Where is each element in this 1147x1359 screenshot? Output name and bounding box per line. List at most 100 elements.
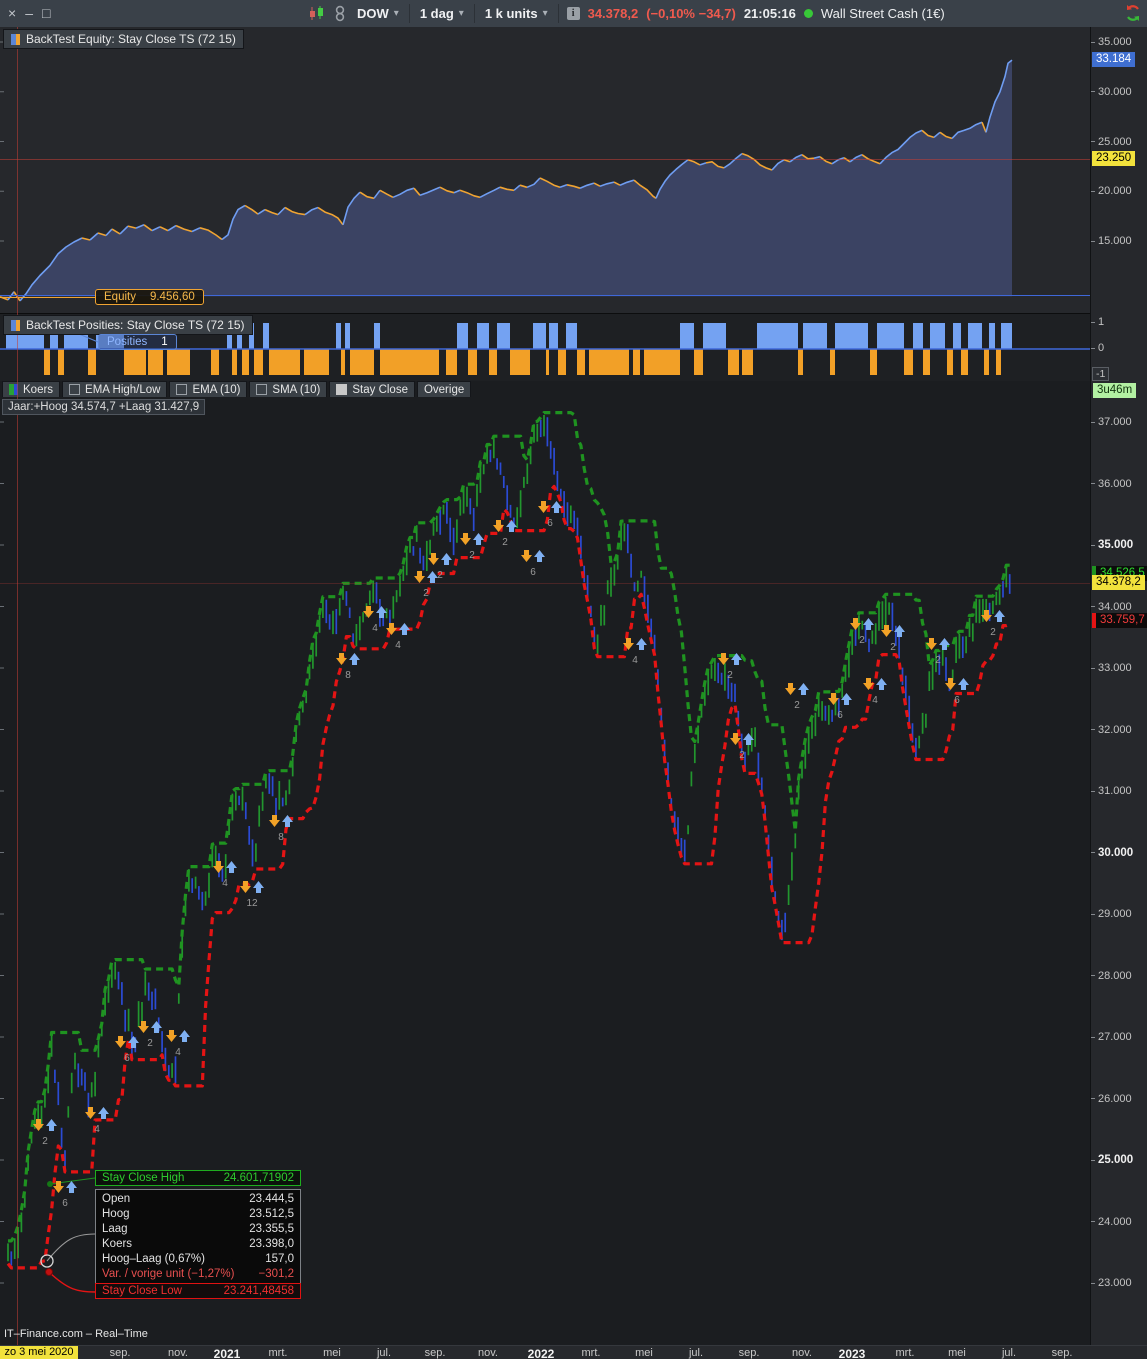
axis-tick: 28.000 bbox=[1091, 969, 1132, 983]
refresh-icon[interactable] bbox=[1124, 4, 1142, 27]
x-axis-tick: nov. bbox=[478, 1347, 498, 1359]
info-row: Var. / vorige unit (−1,27%) −301,2 bbox=[102, 1268, 294, 1280]
timeframe-label: 1 dag bbox=[419, 6, 454, 21]
axis-tick: 24.000 bbox=[1091, 1215, 1132, 1229]
legend-item-ema-10-[interactable]: EMA (10) bbox=[169, 381, 248, 398]
toolbar: × – □ DOW ▾ 1 dag ▾ 1 k units ▾ i 34.378… bbox=[0, 0, 1147, 28]
price-crosshair-h bbox=[0, 159, 1090, 160]
axis-tick: 27.000 bbox=[1091, 1030, 1132, 1044]
info-row: Koers 23.398,0 bbox=[102, 1238, 294, 1250]
link-units-icon[interactable] bbox=[333, 5, 347, 22]
x-axis-tick: sep. bbox=[424, 1347, 446, 1359]
positions-axis-badge: -1 bbox=[1092, 367, 1110, 381]
legend-item-overige[interactable]: Overige bbox=[416, 381, 472, 398]
chevron-down-icon: ▾ bbox=[458, 8, 464, 19]
equity-panel-title[interactable]: BackTest Equity: Stay Close TS (72 15) bbox=[3, 29, 244, 49]
checkbox-icon[interactable] bbox=[176, 384, 188, 395]
info-row: Laag 23.355,5 bbox=[102, 1223, 294, 1235]
x-axis-tick: nov. bbox=[168, 1347, 188, 1359]
market-open-icon bbox=[803, 9, 813, 18]
axis-tick: 34.000 bbox=[1091, 600, 1132, 614]
checkbox-icon[interactable] bbox=[336, 384, 348, 395]
x-axis-tick: jul. bbox=[688, 1347, 704, 1359]
legend-label: Stay Close bbox=[352, 383, 408, 396]
price-change: (−0,10% −34,7) bbox=[646, 6, 736, 21]
candlestick-style-icon[interactable] bbox=[308, 6, 325, 21]
close-icon[interactable]: × bbox=[8, 4, 16, 22]
maximize-icon[interactable]: □ bbox=[42, 4, 50, 22]
checkbox-icon[interactable] bbox=[256, 384, 268, 395]
units-label: 1 k units bbox=[484, 6, 538, 21]
info-row: Hoog–Laag (0,67%) 157,0 bbox=[102, 1253, 294, 1265]
axis-tick: 36.000 bbox=[1091, 477, 1132, 491]
legend-item-stay-close[interactable]: Stay Close bbox=[329, 381, 415, 398]
session-time-badge: 3u46m bbox=[1093, 383, 1137, 398]
indicator-color-icon bbox=[11, 319, 20, 331]
x-axis-tick: mei bbox=[635, 1347, 653, 1359]
x-axis-tick: jul. bbox=[1001, 1347, 1017, 1359]
axis-tick: 32.000 bbox=[1091, 723, 1132, 737]
timeframe-dropdown[interactable]: 1 dag ▾ bbox=[418, 6, 466, 21]
x-axis-tick: jul. bbox=[376, 1347, 392, 1359]
minimize-icon[interactable]: – bbox=[25, 4, 33, 22]
info-icon[interactable]: i bbox=[566, 7, 580, 20]
price-info-box: Open 23.444,5 Hoog 23.512,5 Laag 23.355,5 Koer… bbox=[95, 1189, 301, 1285]
axis-tick: 26.000 bbox=[1091, 1092, 1132, 1106]
x-axis-tick: sep. bbox=[109, 1347, 131, 1359]
units-dropdown[interactable]: 1 k units ▾ bbox=[483, 6, 550, 21]
x-axis[interactable]: sep. nov. 2021 mrt. mei jul. sep. nov. 2022 mrt. m… bbox=[0, 1345, 1147, 1359]
legend-label: Overige bbox=[423, 383, 465, 396]
equity-baseline-leader bbox=[0, 297, 95, 298]
equity-value-label: Equity 9.456,60 bbox=[95, 289, 204, 305]
legend-row: Koers EMA High/Low EMA (10) SMA (10) Stay Cl… bbox=[0, 381, 1092, 398]
axis-tick: 35.000 bbox=[1091, 538, 1133, 552]
positions-value-label: Posities 1 bbox=[98, 334, 177, 350]
axis-tick: 25.000 bbox=[1091, 135, 1132, 149]
toolbar-main: DOW ▾ 1 dag ▾ 1 k units ▾ i 34.378,2 (−0… bbox=[308, 0, 945, 27]
indicator-color-icon bbox=[11, 33, 20, 45]
axis-tick: 0 bbox=[1091, 341, 1104, 355]
legend-item-sma-10-[interactable]: SMA (10) bbox=[249, 381, 328, 398]
equity-panel bbox=[0, 27, 1090, 313]
separator bbox=[557, 4, 559, 23]
axis-tick: 35.000 bbox=[1091, 35, 1132, 49]
axis-tick: 29.000 bbox=[1091, 907, 1132, 921]
x-axis-tick: 2022 bbox=[527, 1347, 555, 1359]
axis-tick: 30.000 bbox=[1091, 85, 1132, 99]
x-axis-tick: mrt. bbox=[581, 1347, 601, 1359]
symbol-dropdown[interactable]: DOW ▾ bbox=[355, 6, 401, 21]
trading-app-window: × – □ DOW ▾ 1 dag ▾ 1 k units ▾ i 34.378… bbox=[0, 0, 1147, 1359]
equity-price-badge: 23.250 bbox=[1092, 151, 1136, 166]
crosshair-v bbox=[17, 27, 18, 1345]
chevron-down-icon: ▾ bbox=[542, 8, 548, 19]
positions-panel-title[interactable]: BackTest Posities: Stay Close TS (72 15) bbox=[3, 315, 253, 335]
x-axis-tick: sep. bbox=[738, 1347, 760, 1359]
x-axis-tick: 2021 bbox=[213, 1347, 241, 1359]
axis-tick: 30.000 bbox=[1091, 846, 1133, 860]
x-axis-tick: mei bbox=[323, 1347, 341, 1359]
info-row: Open 23.444,5 bbox=[102, 1193, 294, 1205]
axis-tick: 20.000 bbox=[1091, 184, 1132, 198]
checkbox-icon[interactable] bbox=[69, 384, 81, 395]
x-axis-tick: mrt. bbox=[895, 1347, 915, 1359]
last-price-line bbox=[0, 583, 1090, 584]
axis-tick: 15.000 bbox=[1091, 234, 1132, 248]
legend-item-ema-high-low[interactable]: EMA High/Low bbox=[62, 381, 168, 398]
axis-tick: 37.000 bbox=[1091, 415, 1132, 429]
axis-tick: 25.000 bbox=[1091, 1153, 1133, 1167]
legend-label: EMA High/Low bbox=[85, 383, 161, 396]
stay-close-low-label: Stay Close Low 23.241,48458 bbox=[95, 1283, 301, 1299]
stay-close-low-badge: 33.759,7 bbox=[1092, 613, 1147, 629]
x-axis-tick: sep. bbox=[1051, 1347, 1073, 1359]
chevron-down-icon: ▾ bbox=[393, 8, 399, 19]
legend-label: EMA (10) bbox=[192, 383, 241, 396]
right-axis[interactable]: 35.000 30.000 25.000 20.000 15.000 33.184 23.2… bbox=[1090, 27, 1147, 1345]
crosshair-date-label: zo 3 mei 2020 bbox=[0, 1346, 78, 1359]
year-high-low-label: Jaar:+Hoog 34.574,7 +Laag 31.427,9 bbox=[2, 399, 206, 415]
equity-chart[interactable] bbox=[0, 27, 1090, 313]
x-axis-tick: 2023 bbox=[838, 1347, 866, 1359]
separator bbox=[473, 4, 475, 23]
legend-item-koers[interactable]: Koers bbox=[2, 381, 61, 398]
x-axis-tick: mei bbox=[948, 1347, 966, 1359]
x-axis-tick: nov. bbox=[792, 1347, 812, 1359]
